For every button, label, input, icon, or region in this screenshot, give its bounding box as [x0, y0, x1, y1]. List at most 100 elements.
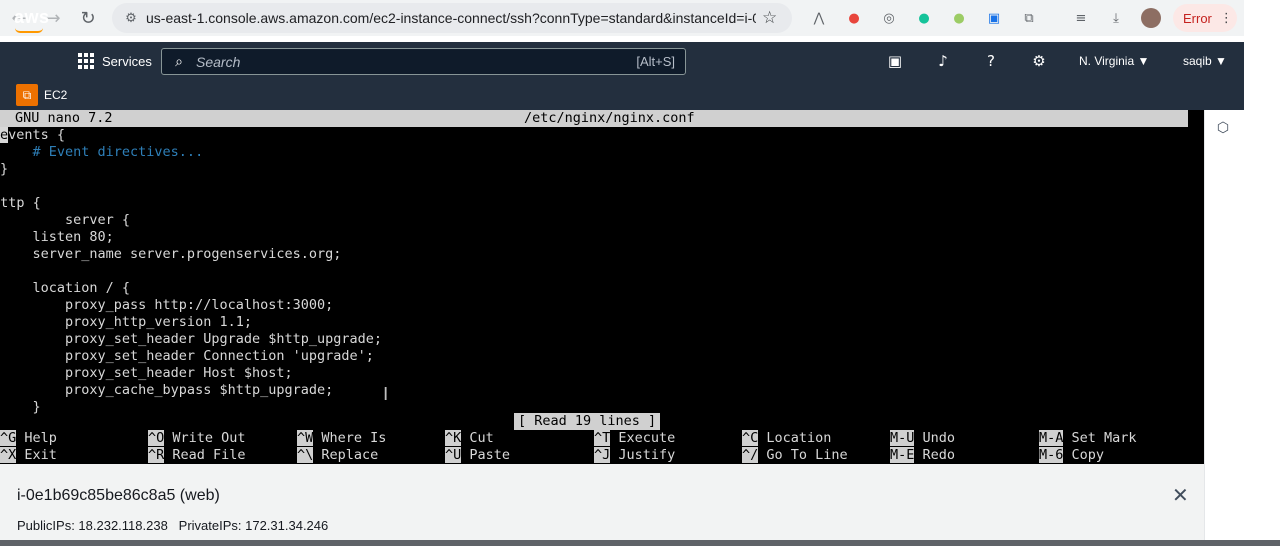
code-line: # Event directives... [0, 144, 204, 160]
code-line: events { [0, 127, 65, 144]
nano-shortcut: M-6 Copy [1039, 447, 1104, 464]
settings-hexagon-icon[interactable]: ⬡ [1215, 120, 1231, 136]
shortcut-label: Justify [610, 447, 676, 463]
instance-ips: PublicIPs: 18.232.118.238 PrivateIPs: 17… [17, 518, 329, 533]
shortcut-label: Paste [461, 447, 511, 463]
side-panel [1204, 110, 1244, 546]
code-line: location / { [0, 280, 131, 296]
shortcut-label: Help [16, 430, 57, 446]
nano-shortcut: ^J Justify [594, 447, 675, 464]
error-chip[interactable]: Error ⋮ [1173, 4, 1237, 32]
services-label: Services [102, 53, 152, 69]
nano-shortcut: ^/ Go To Line [742, 447, 848, 464]
nano-shortcut: ^T Execute [594, 430, 675, 447]
help-icon[interactable]: ? [981, 51, 1001, 71]
code-line: proxy_cache_bypass $http_upgrade; [0, 382, 334, 398]
nano-shortcut: M-U Undo [890, 430, 955, 447]
account-menu[interactable]: saqib ▼ [1183, 54, 1227, 68]
instance-title: i-0e1b69c85be86c8a5 (web) [17, 487, 220, 504]
ec2-service-icon[interactable]: ⧉ [16, 84, 38, 106]
code-line-text: vents { [8, 127, 66, 143]
nano-status-message: [ Read 19 lines ] [514, 413, 661, 430]
media-queue-icon[interactable]: ≡ [1071, 8, 1091, 28]
cloudshell-icon[interactable]: ▣ [885, 51, 905, 71]
services-menu-button[interactable]: Services [78, 53, 152, 69]
code-line: server { [0, 212, 131, 228]
code-line: } [0, 161, 9, 177]
nano-filename: /etc/nginx/nginx.conf [524, 110, 695, 126]
console-search-input[interactable]: ⌕ Search [Alt+S] [161, 48, 686, 75]
reload-icon[interactable]: ↻ [71, 1, 105, 35]
search-icon: ⌕ [175, 53, 183, 70]
window-edge [1244, 0, 1280, 546]
shortcut-key: ^J [594, 447, 611, 463]
shortcut-key: ^R [148, 447, 165, 463]
nano-title-bar: GNU nano 7.2 /etc/nginx/nginx.conf [0, 110, 1188, 127]
nano-shortcut: ^W Where Is [297, 430, 386, 447]
extension-screen-icon[interactable]: ▣ [984, 8, 1004, 28]
url-text[interactable]: us-east-1.console.aws.amazon.com/ec2-ins… [146, 10, 756, 26]
site-settings-icon[interactable]: ⚙ [116, 11, 146, 26]
shortcut-key: ^/ [742, 447, 759, 463]
aws-logo[interactable]: aws [14, 7, 50, 28]
shortcut-key: M-E [890, 447, 915, 463]
ssh-terminal[interactable]: GNU nano 7.2 /etc/nginx/nginx.conf event… [0, 110, 1204, 464]
shortcut-label: Undo [914, 430, 956, 446]
nano-shortcut: M-E Redo [890, 447, 955, 464]
region-selector[interactable]: N. Virginia ▼ [1079, 54, 1149, 68]
nano-shortcut: ^R Read File [148, 447, 246, 464]
settings-gear-icon[interactable]: ⚙ [1029, 51, 1049, 71]
grid-icon [78, 53, 94, 69]
shortcut-label: Cut [461, 430, 494, 446]
shortcut-key: ^G [0, 430, 17, 446]
bookmark-star-icon[interactable]: ☆ [762, 8, 777, 28]
shortcut-key: M-A [1039, 430, 1064, 446]
nano-shortcut: ^U Paste [445, 447, 510, 464]
extension-icon[interactable]: ⋀ [809, 8, 829, 28]
code-line: proxy_set_header Host $host; [0, 365, 293, 381]
nano-shortcut: ^C Location [742, 430, 831, 447]
service-breadcrumb-bar [0, 80, 1244, 110]
shortcut-key: ^K [445, 430, 462, 446]
extension-colorful-icon[interactable]: ● [949, 8, 969, 28]
shortcut-label: Exit [16, 447, 57, 463]
shortcut-label: Go To Line [758, 447, 848, 463]
code-line: http { [0, 195, 41, 211]
shortcut-label: Set Mark [1063, 430, 1137, 446]
error-label: Error [1183, 10, 1212, 26]
shortcut-key: ^U [445, 447, 462, 463]
nano-version: GNU nano 7.2 [15, 110, 113, 126]
address-bar[interactable]: ⚙ us-east-1.console.aws.amazon.com/ec2-i… [112, 3, 792, 33]
browser-toolbar: ← → ↻ ⚙ us-east-1.console.aws.amazon.com… [0, 0, 1244, 36]
puzzle-icon[interactable]: ⧉ [1019, 8, 1039, 28]
code-line: server_name server.progenservices.org; [0, 246, 342, 262]
notifications-bell-icon[interactable]: ♪ [933, 51, 953, 71]
nano-shortcut: ^\ Replace [297, 447, 378, 464]
shortcut-key: ^\ [297, 447, 314, 463]
text-ibeam-cursor-icon: I [383, 384, 389, 405]
nano-shortcut: ^K Cut [445, 430, 494, 447]
code-line: proxy_pass http://localhost:3000; [0, 297, 334, 313]
nano-shortcut: ^G Help [0, 430, 57, 447]
code-line: proxy_set_header Connection 'upgrade'; [0, 348, 374, 364]
shortcut-label: Copy [1063, 447, 1105, 463]
download-icon[interactable]: ⤓ [1106, 8, 1126, 28]
code-line: proxy_http_version 1.1; [0, 314, 252, 330]
extension-grammarly-icon[interactable]: ● [914, 8, 934, 28]
extension-shield-icon[interactable]: ● [844, 8, 864, 28]
shortcut-label: Location [758, 430, 832, 446]
shortcut-label: Redo [914, 447, 956, 463]
code-line: listen 80; [0, 229, 114, 245]
menu-dots-icon: ⋮ [1219, 10, 1233, 26]
shortcut-label: Where Is [313, 430, 387, 446]
shortcut-label: Replace [313, 447, 379, 463]
close-icon[interactable]: ✕ [1172, 483, 1189, 507]
text-cursor: e [0, 127, 9, 143]
code-line: proxy_set_header Upgrade $http_upgrade; [0, 331, 383, 347]
shortcut-key: ^W [297, 430, 314, 446]
profile-avatar[interactable] [1141, 8, 1161, 28]
extension-circle-icon[interactable]: ◎ [879, 8, 899, 28]
service-name[interactable]: EC2 [44, 88, 67, 102]
shortcut-key: ^C [742, 430, 759, 446]
shortcut-key: M-6 [1039, 447, 1064, 463]
